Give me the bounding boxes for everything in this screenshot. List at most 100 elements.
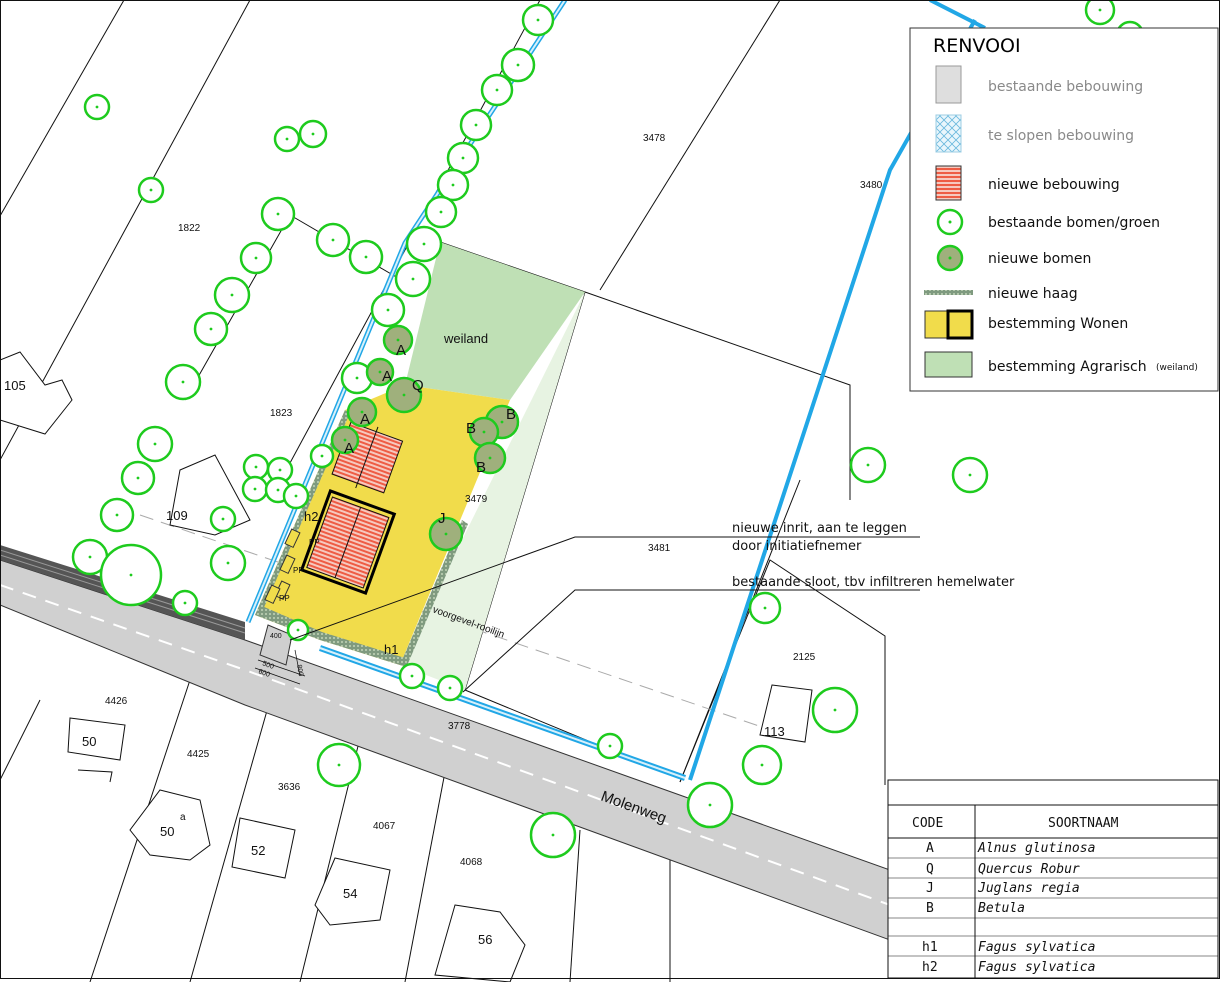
- table-code: A: [926, 841, 934, 856]
- tree-icon: [120, 460, 156, 496]
- tree-icon: [446, 141, 480, 175]
- tree-icon: [171, 589, 199, 617]
- svg-text:1823: 1823: [270, 408, 293, 419]
- swatch-existing-trees-icon: [936, 208, 964, 236]
- svg-text:A: A: [382, 368, 392, 385]
- svg-text:400: 400: [270, 633, 282, 640]
- svg-text:1822: 1822: [178, 223, 201, 234]
- tree-icon: [428, 516, 464, 552]
- svg-text:bestemming Agrarisch: bestemming Agrarisch: [988, 359, 1147, 375]
- annotation-driveway-2: door initiatiefnemer: [732, 539, 862, 554]
- tree-icon: [521, 3, 555, 37]
- tree-icon: [748, 591, 782, 625]
- swatch-existing: [935, 65, 962, 104]
- svg-text:bestaande bebouwing: bestaande bebouwing: [988, 79, 1143, 95]
- tree-icon: [213, 276, 251, 314]
- svg-text:J: J: [438, 510, 446, 527]
- svg-text:a: a: [180, 812, 186, 823]
- svg-text:nieuwe bomen: nieuwe bomen: [988, 251, 1091, 267]
- table-name: Juglans regia: [977, 881, 1080, 896]
- garage-line: [77, 769, 113, 783]
- tree-icon: [529, 811, 577, 859]
- tree-icon: [273, 125, 301, 153]
- tree-icon: [209, 505, 237, 533]
- svg-text:3480: 3480: [860, 180, 883, 191]
- tree-icon: [459, 108, 493, 142]
- svg-text:h1: h1: [384, 642, 398, 657]
- svg-text:Q: Q: [412, 377, 424, 394]
- tree-icon: [1084, 0, 1116, 26]
- svg-text:A: A: [360, 411, 370, 428]
- tree-icon: [436, 168, 470, 202]
- svg-text:PP: PP: [293, 566, 304, 575]
- tree-icon: [500, 47, 536, 83]
- svg-text:bestaande bomen/groen: bestaande bomen/groen: [988, 215, 1160, 231]
- svg-text:113: 113: [764, 724, 785, 739]
- svg-text:2125: 2125: [793, 652, 816, 663]
- svg-text:A: A: [344, 440, 354, 457]
- tree-icon: [282, 482, 310, 510]
- svg-text:A: A: [396, 342, 406, 359]
- swatch-new-hedge: [924, 290, 973, 295]
- table-code: h2: [922, 960, 938, 975]
- tree-icon: [137, 176, 165, 204]
- svg-text:50: 50: [82, 734, 96, 749]
- tree-icon: [951, 456, 989, 494]
- site-plan-map: Molenweg 1822 1823 3478 3480 3479 3481 2…: [0, 0, 1220, 982]
- swatch-demolish: [935, 114, 962, 153]
- swatch-zone-agri: [924, 351, 973, 378]
- weiland-label: weiland: [443, 331, 488, 346]
- tree-icon: [480, 73, 514, 107]
- legend-renvooi: RENVOOI bestaande bebouwing te slopen be…: [909, 27, 1219, 392]
- svg-text:4426: 4426: [105, 696, 128, 707]
- tree-icon: [99, 497, 135, 533]
- tree-icon: [239, 241, 273, 275]
- tree-icon: [209, 544, 247, 582]
- table-code: Q: [926, 862, 934, 877]
- swatch-new-building: [935, 165, 962, 201]
- table-name: Alnus glutinosa: [977, 841, 1095, 856]
- table-header-code: CODE: [912, 816, 943, 831]
- svg-text:PP: PP: [309, 538, 320, 547]
- svg-text:109: 109: [166, 508, 188, 523]
- svg-text:50: 50: [160, 824, 174, 839]
- table-name: Fagus sylvatica: [978, 960, 1095, 975]
- tree-icon: [83, 93, 111, 121]
- tree-icon: [260, 196, 296, 232]
- legend-title: RENVOOI: [933, 35, 1021, 57]
- tree-icon: [136, 425, 174, 463]
- svg-text:B: B: [466, 420, 476, 437]
- svg-text:nieuwe bebouwing: nieuwe bebouwing: [988, 177, 1120, 193]
- tree-icon: [315, 222, 351, 258]
- table-header-name: SOORTNAAM: [1048, 816, 1119, 831]
- svg-text:52: 52: [251, 843, 265, 858]
- svg-text:nieuwe haag: nieuwe haag: [988, 286, 1078, 302]
- svg-text:105: 105: [4, 378, 26, 393]
- tree-icon: [811, 686, 859, 734]
- tree-icon: [309, 443, 335, 469]
- svg-text:56: 56: [478, 932, 492, 947]
- tree-icon: [394, 260, 432, 298]
- table-name: Quercus Robur: [978, 862, 1080, 877]
- svg-text:B: B: [476, 459, 486, 476]
- svg-text:PP: PP: [279, 594, 290, 603]
- tree-icon: [849, 446, 887, 484]
- svg-text:4425: 4425: [187, 749, 210, 760]
- table-name: Fagus sylvatica: [978, 940, 1095, 955]
- tree-icon: [298, 119, 328, 149]
- tree-icon: [348, 239, 384, 275]
- tree-icon: [193, 311, 229, 347]
- table-code: h1: [922, 940, 938, 955]
- svg-text:te slopen bebouwing: te slopen bebouwing: [988, 128, 1134, 144]
- svg-text:B: B: [506, 406, 516, 423]
- svg-text:3479: 3479: [465, 494, 488, 505]
- svg-text:4068: 4068: [460, 857, 483, 868]
- svg-text:3778: 3778: [448, 721, 471, 732]
- svg-text:3636: 3636: [278, 782, 301, 793]
- tree-icon: [316, 742, 362, 788]
- svg-text:bestemming Wonen: bestemming Wonen: [988, 316, 1128, 332]
- table-code: J: [926, 881, 934, 896]
- svg-text:3481: 3481: [648, 543, 671, 554]
- svg-text:3478: 3478: [643, 133, 666, 144]
- tree-icon: [424, 195, 458, 229]
